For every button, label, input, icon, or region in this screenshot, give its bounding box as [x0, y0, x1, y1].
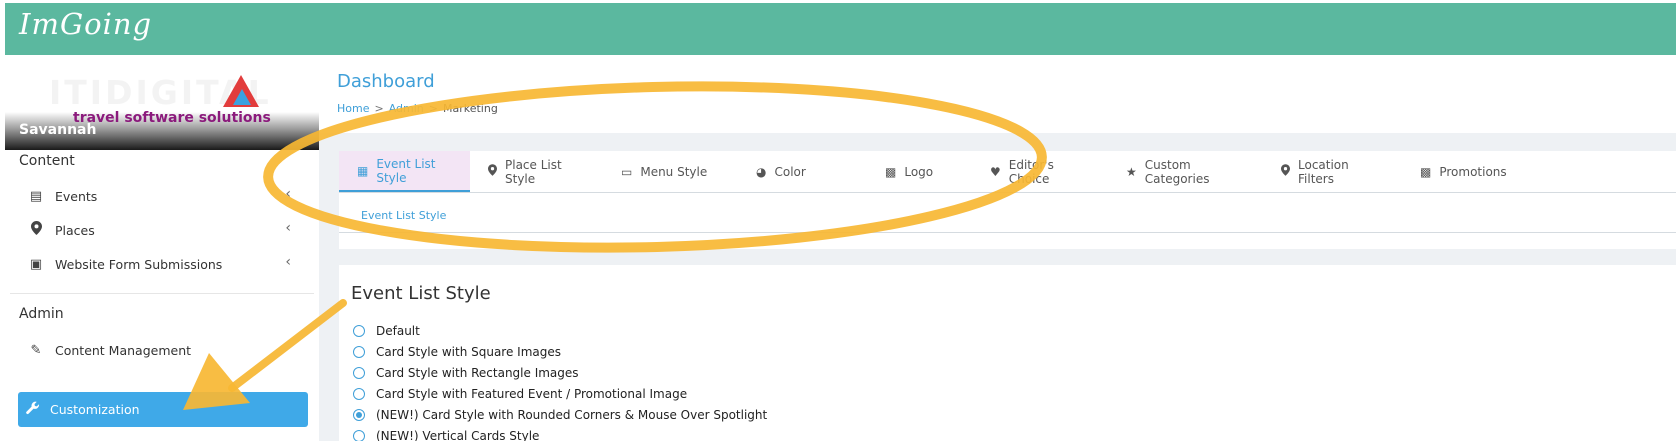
tab-label: Editor's Choice: [1008, 157, 1054, 186]
tab-editors-choice[interactable]: ♥ Editor's Choice: [972, 151, 1108, 192]
tab-label: Color: [774, 164, 806, 179]
top-bar: ImGoing: [5, 3, 1676, 55]
location-pin-icon: [488, 164, 497, 179]
menu-card-icon: ▭: [621, 164, 633, 179]
tab-label: Menu Style: [640, 164, 708, 179]
tab-promotions[interactable]: ▩ Promotions: [1402, 151, 1528, 192]
app-window: ImGoing ITIDIGITAL travel software solut…: [0, 0, 1676, 441]
option-label: (NEW!) Vertical Cards Style: [376, 428, 540, 441]
option-label: Card Style with Square Images: [376, 344, 562, 359]
breadcrumb-separator: >: [374, 102, 384, 115]
breadcrumb: Home > Admin > Marketing: [337, 102, 498, 115]
page-header: Dashboard Home > Admin > Marketing: [319, 55, 1676, 133]
logo-triangle-inner-icon: [233, 89, 251, 105]
tab-label: Place List Style: [505, 157, 562, 186]
option-vertical-cards[interactable]: (NEW!) Vertical Cards Style: [353, 425, 767, 441]
page-title: Dashboard: [337, 71, 435, 92]
tab-label: Location Filters: [1298, 157, 1349, 186]
company-logo-block: ITIDIGITAL travel software solutions Sav…: [5, 55, 319, 150]
radio-button[interactable]: [353, 387, 365, 400]
image-icon: ▩: [1420, 164, 1432, 179]
sidebar-item-places[interactable]: Places ‹: [25, 216, 305, 244]
radio-button[interactable]: [353, 345, 365, 358]
list-icon: ▤: [29, 188, 43, 204]
option-label: Card Style with Rectangle Images: [376, 365, 579, 380]
breadcrumb-separator: >: [428, 102, 438, 115]
calendar-icon: ▦: [357, 163, 369, 178]
tab-bar: ▦ Event List Style Place List Style ▭ Me…: [339, 151, 1528, 192]
sidebar-item-label: Places: [55, 222, 95, 238]
tab-color[interactable]: ◕ Color: [738, 151, 867, 192]
section-title-admin: Admin: [19, 306, 64, 322]
sidebar-item-events[interactable]: ▤ Events ‹: [25, 182, 305, 210]
option-label: Card Style with Featured Event / Promoti…: [376, 386, 688, 401]
chevron-left-icon: ‹: [285, 220, 291, 236]
radio-button[interactable]: [353, 324, 365, 337]
radio-button[interactable]: [353, 429, 365, 441]
style-options: Default Card Style with Square Images Ca…: [353, 320, 767, 441]
radio-button-selected[interactable]: [353, 408, 365, 421]
subtab-divider: [339, 232, 1676, 233]
tab-logo[interactable]: ▩ Logo: [867, 151, 972, 192]
tab-custom-categories[interactable]: ★ Custom Categories: [1108, 151, 1263, 192]
section-title-content: Content: [19, 153, 75, 169]
subtab-event-list-style[interactable]: Event List Style: [361, 209, 446, 222]
heart-icon: ♥: [990, 164, 1001, 179]
option-default[interactable]: Default: [353, 320, 767, 341]
sidebar-divider: [10, 293, 314, 294]
sidebar-item-label: Customization: [50, 402, 140, 417]
sidebar-item-label: Content Management: [55, 342, 192, 358]
event-list-style-card: Event List Style Default Card Style with…: [339, 265, 1676, 441]
option-card-square-images[interactable]: Card Style with Square Images: [353, 341, 767, 362]
sidebar-item-label: Events: [55, 188, 98, 204]
palette-icon: ◕: [756, 164, 767, 179]
tab-label: Custom Categories: [1144, 157, 1210, 186]
location-pin-icon: [25, 221, 47, 239]
tab-label: Event List Style: [376, 156, 436, 185]
pencil-icon: ✎: [30, 342, 42, 358]
wrench-icon: [22, 401, 44, 419]
sidebar-item-website-form-submissions[interactable]: ▣ Website Form Submissions ‹: [25, 250, 305, 278]
tabs-card: ▦ Event List Style Place List Style ▭ Me…: [339, 151, 1676, 249]
breadcrumb-admin[interactable]: Admin: [389, 102, 424, 115]
sidebar-item-label: Website Form Submissions: [55, 256, 223, 272]
star-icon: ★: [1126, 164, 1137, 179]
brand-logo[interactable]: ImGoing: [19, 7, 152, 41]
tab-event-list-style[interactable]: ▦ Event List Style: [339, 151, 470, 192]
image-icon: ▩: [885, 164, 897, 179]
location-pin-icon: [1281, 164, 1290, 179]
breadcrumb-current: Marketing: [442, 102, 498, 115]
company-tagline: travel software solutions: [73, 110, 271, 126]
sidebar-item-content-management[interactable]: ✎ Content Management: [25, 336, 305, 364]
sidebar: ITIDIGITAL travel software solutions Sav…: [5, 55, 319, 441]
inbox-icon: ▣: [29, 256, 43, 272]
option-card-rectangle-images[interactable]: Card Style with Rectangle Images: [353, 362, 767, 383]
breadcrumb-home[interactable]: Home: [337, 102, 369, 115]
option-label: (NEW!) Card Style with Rounded Corners &…: [376, 407, 768, 422]
tab-location-filters[interactable]: Location Filters: [1263, 151, 1402, 192]
user-name: Savannah: [19, 122, 97, 138]
tab-menu-style[interactable]: ▭ Menu Style: [603, 151, 738, 192]
tab-divider: [339, 192, 1676, 193]
tab-label: Logo: [904, 164, 934, 179]
main-content: Dashboard Home > Admin > Marketing ▦ Event L…: [319, 55, 1676, 441]
tab-label: Promotions: [1439, 164, 1507, 179]
tab-place-list-style[interactable]: Place List Style: [470, 151, 603, 192]
card-title: Event List Style: [351, 283, 491, 304]
chevron-left-icon: ‹: [285, 186, 291, 202]
chevron-left-icon: ‹: [285, 254, 291, 270]
option-card-rounded-corners[interactable]: (NEW!) Card Style with Rounded Corners &…: [353, 404, 767, 425]
option-label: Default: [376, 323, 420, 338]
sidebar-item-customization[interactable]: Customization: [18, 392, 308, 427]
option-card-featured-event[interactable]: Card Style with Featured Event / Promoti…: [353, 383, 767, 404]
radio-button[interactable]: [353, 366, 365, 379]
